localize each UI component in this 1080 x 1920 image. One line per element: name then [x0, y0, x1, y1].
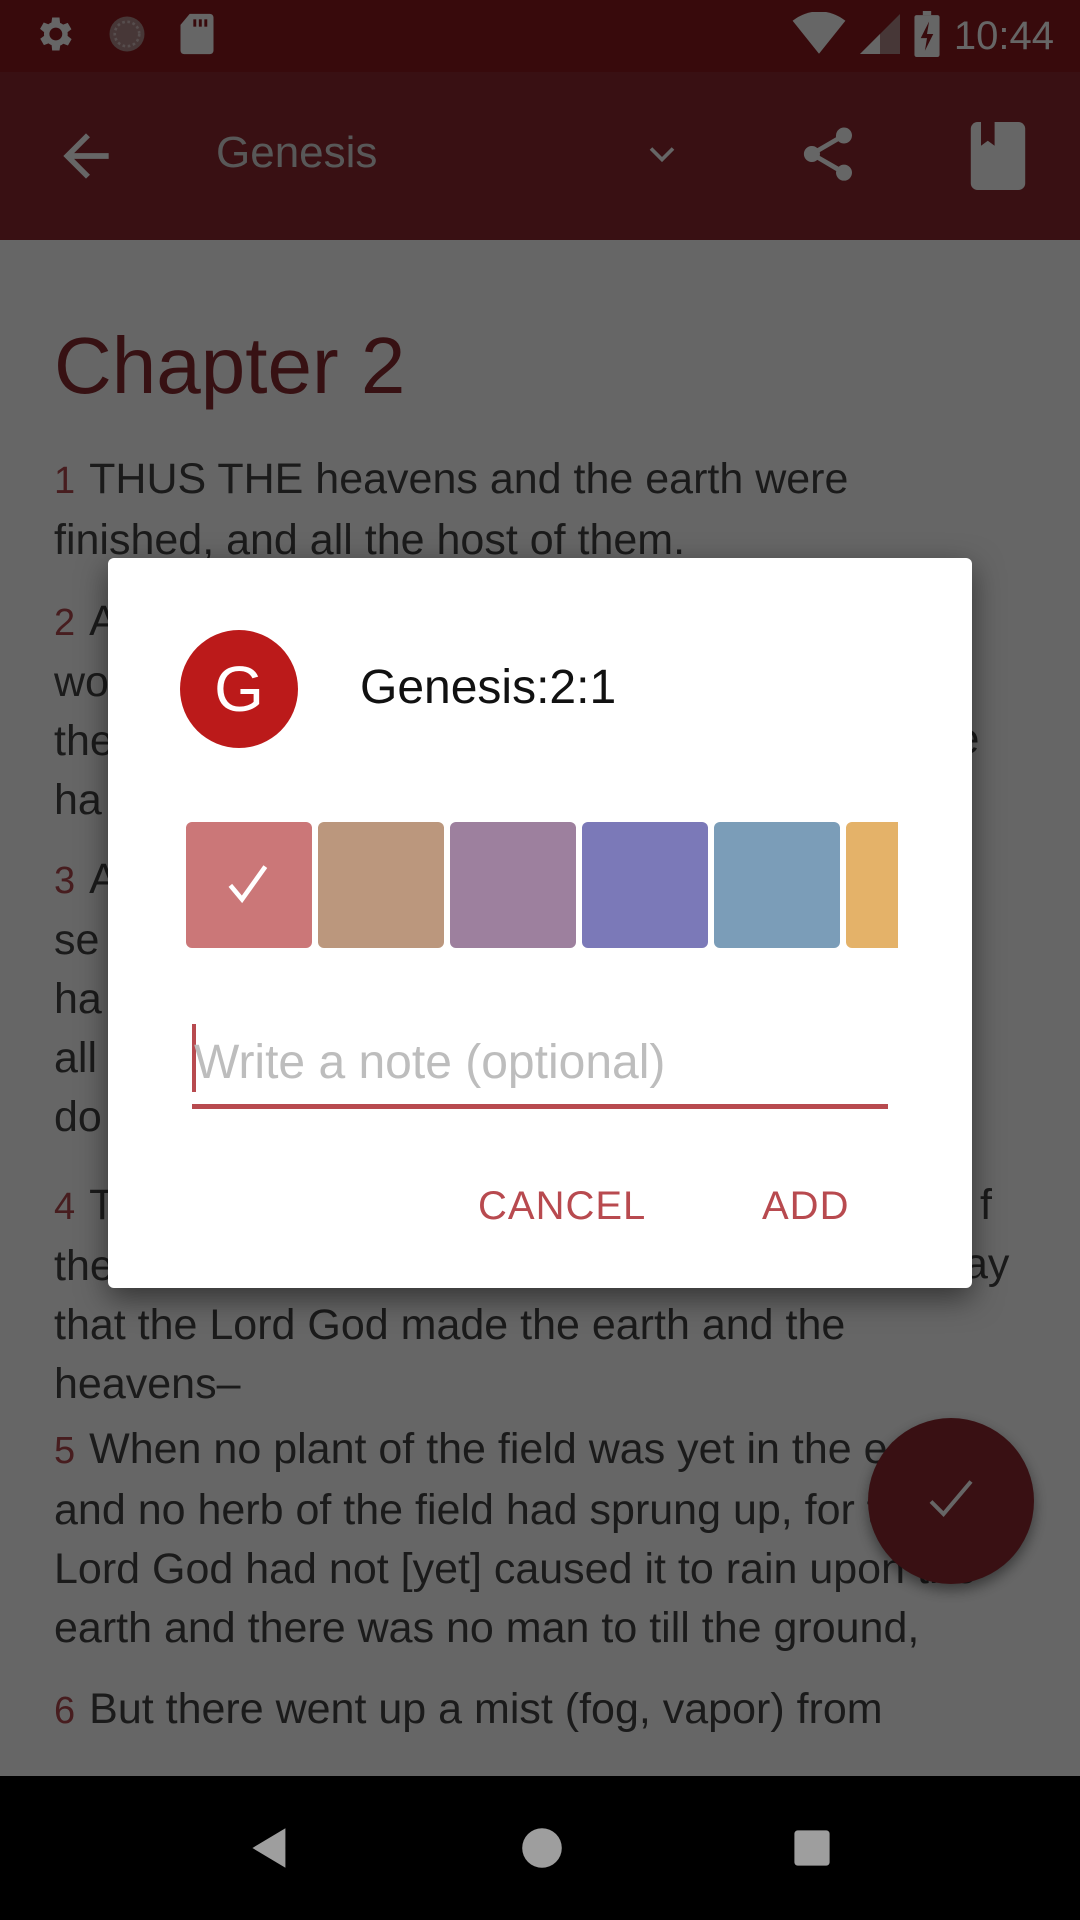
note-input[interactable] — [192, 1024, 890, 1100]
cancel-button[interactable]: CANCEL — [478, 1184, 646, 1229]
check-icon — [221, 855, 277, 916]
back-triangle-icon[interactable] — [248, 1826, 292, 1870]
home-circle-icon[interactable] — [520, 1826, 564, 1870]
color-swatch[interactable] — [318, 822, 444, 948]
color-picker[interactable] — [186, 822, 898, 948]
color-swatch[interactable] — [450, 822, 576, 948]
book-avatar: G — [180, 630, 298, 748]
color-swatch[interactable] — [582, 822, 708, 948]
recents-square-icon[interactable] — [790, 1826, 834, 1870]
note-field[interactable] — [192, 1024, 890, 1109]
color-swatch[interactable] — [846, 822, 898, 948]
highlight-dialog: G Genesis:2:1 CANCEL ADD — [108, 558, 972, 1288]
color-swatch-selected[interactable] — [186, 822, 312, 948]
verse-reference: Genesis:2:1 — [360, 661, 617, 714]
navigation-bar — [0, 1776, 1080, 1920]
color-swatch[interactable] — [714, 822, 840, 948]
add-button[interactable]: ADD — [762, 1184, 849, 1229]
